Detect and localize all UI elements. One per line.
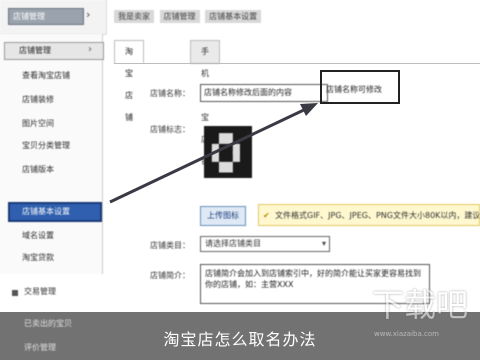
sidebar-item-active[interactable]: 店铺基本设置: [8, 202, 102, 222]
sidebar: 店铺管理 › 查看淘宝店铺 店铺装修 图片空间 宝贝分类管理 店铺基本设置 域名…: [0, 34, 104, 274]
category-label: 店铺类目：: [150, 241, 190, 250]
watermark-logo: 下载吧 www.xiazaiba.com: [368, 270, 472, 350]
shop-name-hint: 店铺名称可修改: [326, 85, 382, 94]
store-menu-header[interactable]: 店铺管理 ›: [0, 0, 107, 35]
tab-taobao-store[interactable]: 淘宝店铺: [114, 40, 144, 122]
chevron-right-icon: ›: [86, 8, 91, 21]
sidebar-item[interactable]: 查看淘宝店铺: [10, 68, 102, 84]
breadcrumb: 我是卖家 店铺管理 店铺基本设置: [114, 10, 264, 24]
upload-logo-button[interactable]: 上传图标: [200, 206, 246, 226]
sidebar-group-trade[interactable]: 交易管理: [0, 282, 102, 312]
breadcrumb-item[interactable]: 我是卖家: [114, 10, 154, 23]
upload-tip: ✔ 文件格式GIF、JPG、JPEG、PNG文件大小80K以内，建议尺寸80PX…: [258, 204, 480, 226]
shop-name-input[interactable]: 店铺名称修改后面的内容: [200, 84, 328, 102]
chevron-down-icon: ▾: [321, 239, 326, 248]
square-bullet-icon: [12, 290, 18, 296]
category-select[interactable]: 请选择店铺类目 ▾: [200, 236, 330, 252]
chevron-right-icon: ›: [88, 44, 92, 55]
shop-name-label: 店铺名称：: [150, 89, 190, 98]
sidebar-item[interactable]: 店铺版本: [10, 162, 102, 178]
sidebar-item[interactable]: 宝贝分类管理: [10, 138, 102, 154]
logo-mark-icon: ▚▞: [212, 152, 240, 173]
upload-tip-text: 文件格式GIF、JPG、JPEG、PNG文件大小80K以内，建议尺寸80PX*8…: [275, 211, 480, 220]
breadcrumb-item: 店铺基本设置: [205, 10, 262, 23]
tab-divider: [114, 63, 480, 64]
arrow-head: [300, 103, 318, 116]
tab-mobile-store[interactable]: 手机淘宝店铺: [190, 40, 220, 166]
store-menu-pill[interactable]: 店铺管理: [8, 8, 84, 25]
sidebar-item[interactable]: 域名设置: [10, 228, 102, 244]
shop-logo-image: ▞▚ ▚▞: [204, 126, 252, 178]
lightbulb-icon: ✔: [263, 211, 270, 220]
watermark-url: www.xiazaiba.com: [374, 330, 439, 338]
watermark-brand: 下载吧: [372, 286, 469, 324]
intro-label: 店铺简介：: [150, 271, 190, 280]
shop-logo-label: 店铺标志：: [150, 125, 190, 134]
breadcrumb-item[interactable]: 店铺管理: [159, 10, 200, 23]
sidebar-item[interactable]: 店铺装修: [10, 92, 102, 108]
sidebar-item[interactable]: 淘宝贷款: [10, 250, 102, 266]
sidebar-group-label: 交易管理: [24, 287, 56, 296]
sidebar-item[interactable]: 图片空间: [10, 116, 102, 132]
category-select-value: 请选择店铺类目: [205, 239, 261, 248]
